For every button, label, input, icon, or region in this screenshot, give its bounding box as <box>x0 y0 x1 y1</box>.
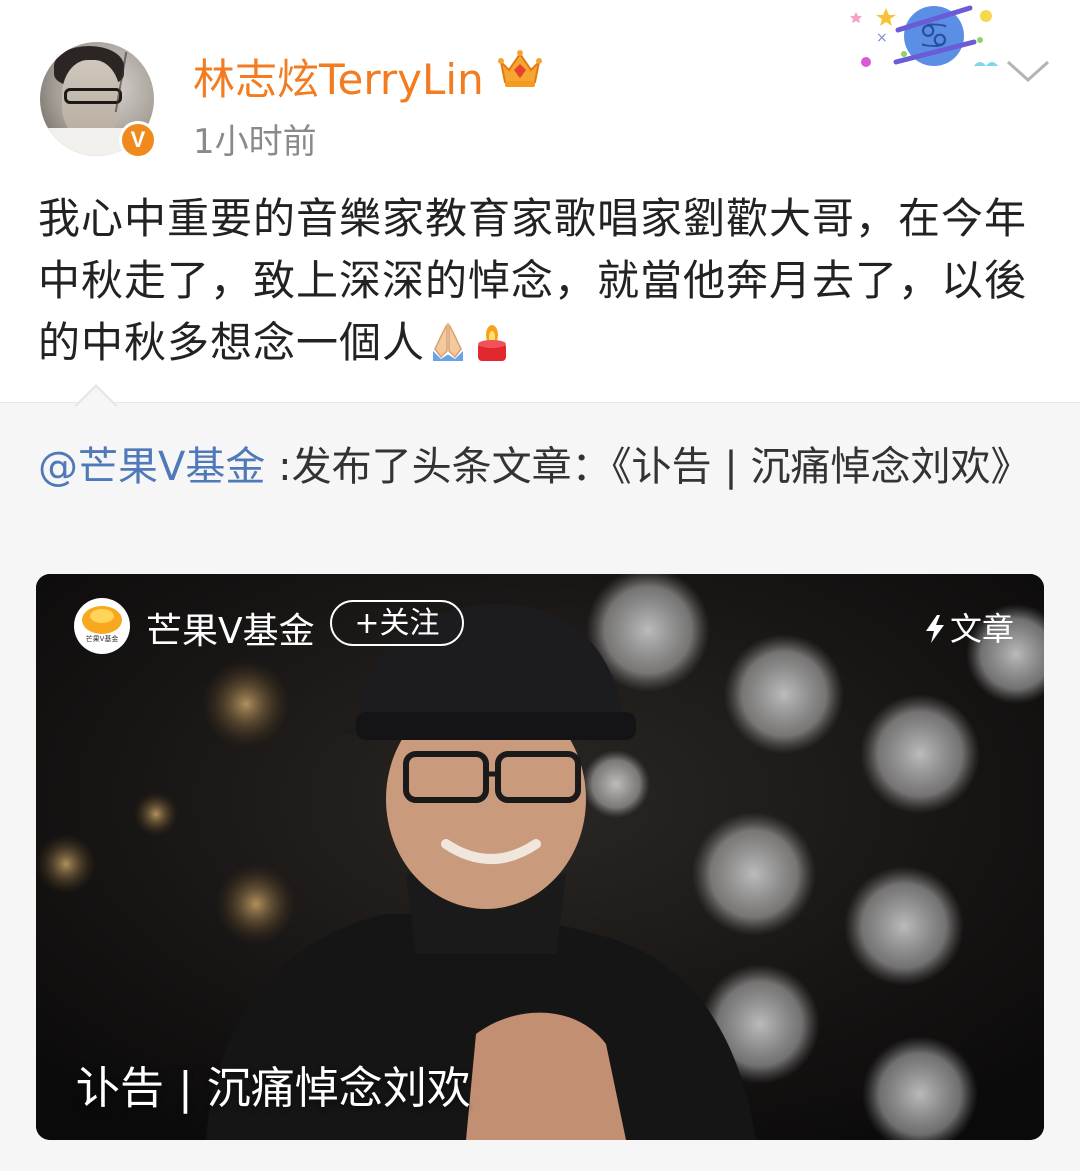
weibo-post: V 林志炫TerryLin 1小时前 ♋ × 我心中重要的音樂家教育家歌唱家劉歡… <box>0 0 1080 1171</box>
verified-badge: V <box>119 121 157 159</box>
crown-icon[interactable] <box>497 48 543 90</box>
card-source-name[interactable]: 芒果V基金 <box>146 602 315 654</box>
card-title[interactable]: 讣告 | 沉痛悼念刘欢 <box>76 1052 471 1116</box>
article-tag-label: 文章 <box>949 610 1014 648</box>
svg-text:芒果V基金: 芒果V基金 <box>86 634 119 643</box>
praying-hands-icon <box>433 322 464 361</box>
post-timestamp: 1小时前 <box>193 122 317 162</box>
follow-button[interactable]: +关注 <box>330 600 464 646</box>
lightning-icon <box>925 615 944 643</box>
post-text: 我心中重要的音樂家教育家歌唱家劉歡大哥，在今年中秋走了，致上深深的悼念，就當他奔… <box>38 188 1048 374</box>
article-card[interactable]: 芒果V基金 芒果V基金 +关注 文章 讣告 | 沉痛悼念刘欢 <box>36 574 1044 1140</box>
mention-link[interactable]: @芒果V基金 <box>38 444 265 490</box>
candle-icon <box>478 325 507 361</box>
post-body: 我心中重要的音樂家教育家歌唱家劉歡大哥，在今年中秋走了，致上深深的悼念，就當他奔… <box>38 194 1028 367</box>
mango-logo-icon: 芒果V基金 <box>74 598 130 654</box>
article-tag: 文章 <box>924 604 1014 650</box>
repost-body: :发布了头条文章：《讣告 | 沉痛悼念刘欢》 <box>278 444 1031 490</box>
repost-text: @芒果V基金 :发布了头条文章：《讣告 | 沉痛悼念刘欢》 <box>38 438 1038 496</box>
chevron-down-icon[interactable] <box>1004 56 1052 86</box>
cancer-zodiac-icon: ♋ × <box>850 5 998 67</box>
svg-text:×: × <box>876 30 888 46</box>
username[interactable]: 林志炫TerryLin <box>193 46 484 107</box>
